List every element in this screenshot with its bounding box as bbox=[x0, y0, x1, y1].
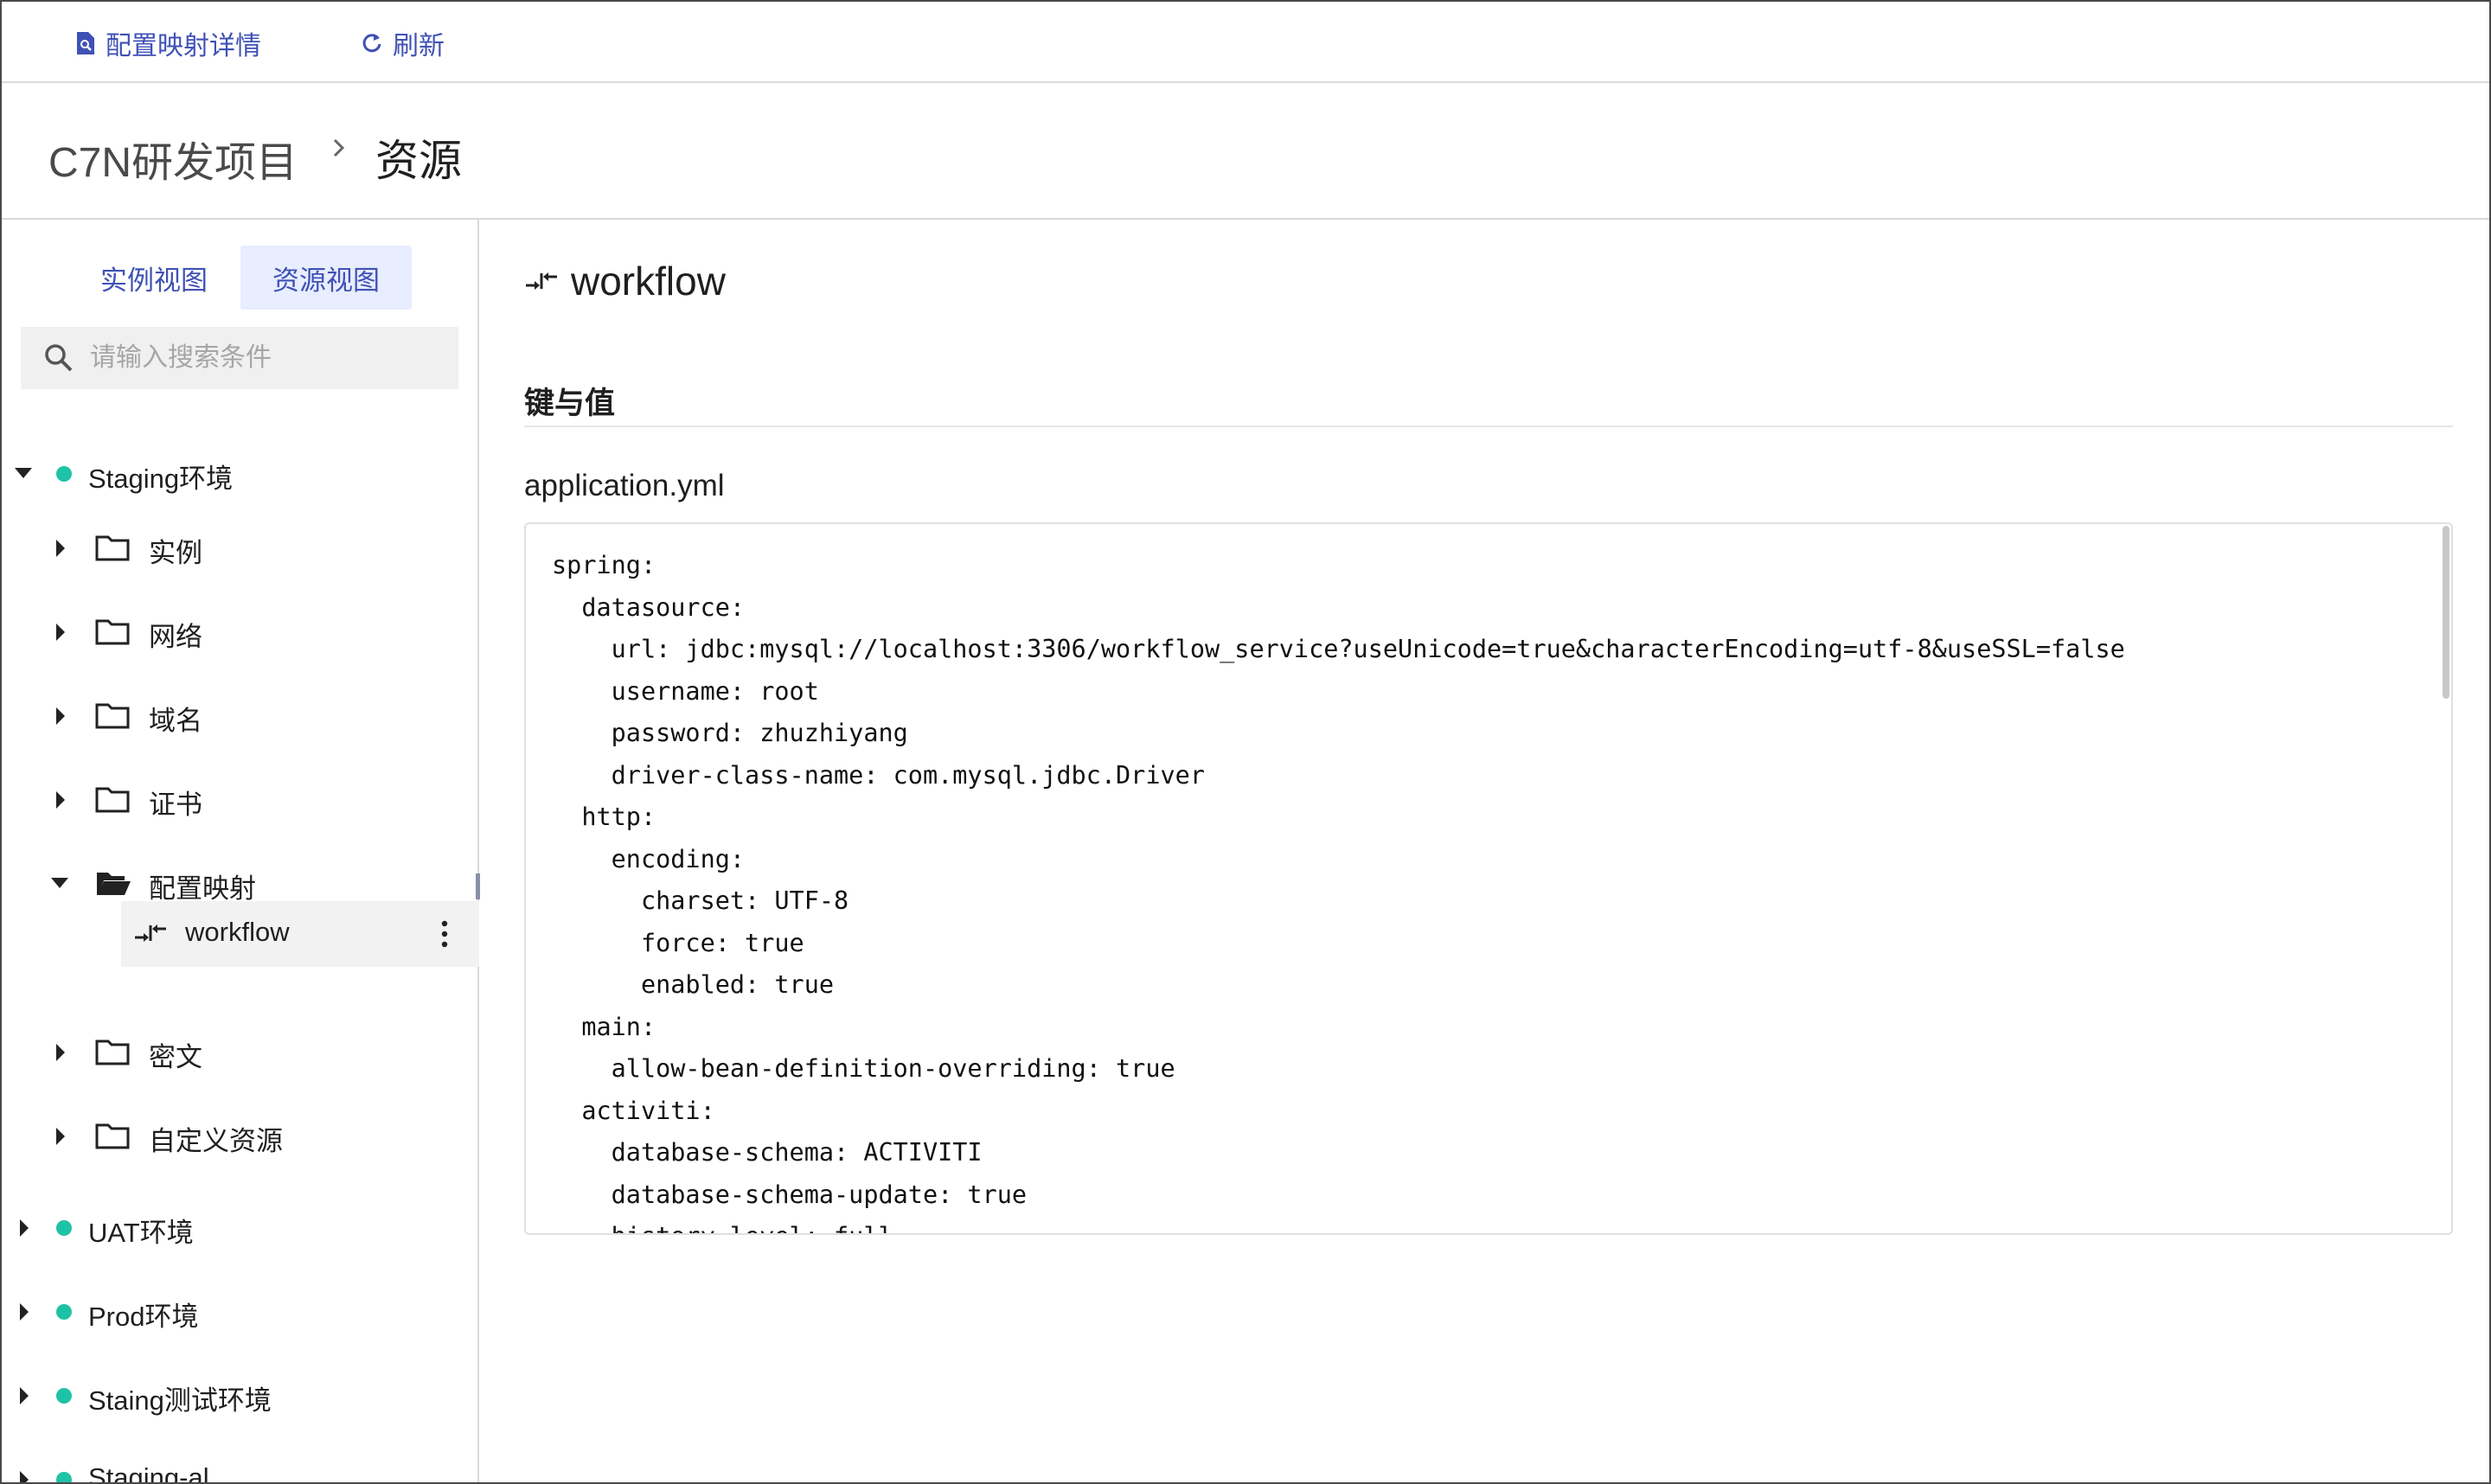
file-search-icon bbox=[77, 32, 94, 54]
status-dot-icon bbox=[56, 1388, 72, 1404]
refresh-icon bbox=[362, 34, 381, 53]
tree-folder-secret[interactable]: 密文 bbox=[2, 1027, 479, 1078]
tab-resource-view[interactable]: 资源视图 bbox=[240, 246, 412, 310]
tab-instance-view[interactable]: 实例视图 bbox=[76, 246, 232, 310]
configmap-arrows-icon bbox=[526, 272, 557, 290]
tree-env-label: Staging环境 bbox=[88, 464, 234, 494]
search-box[interactable] bbox=[21, 327, 458, 389]
tree-folder-network[interactable]: 网络 bbox=[2, 606, 479, 658]
breadcrumb-project[interactable]: C7N研发项目 bbox=[48, 128, 298, 189]
tree-folder-label: 配置映射 bbox=[149, 873, 256, 904]
tree-folder-label: 密文 bbox=[149, 1042, 202, 1072]
tree-env-label: Staging-al bbox=[88, 1462, 209, 1484]
folder-icon bbox=[95, 787, 130, 813]
tree-folder-label: 证书 bbox=[149, 790, 202, 820]
folder-icon bbox=[95, 1123, 130, 1149]
caret-right-icon bbox=[20, 1219, 29, 1237]
caret-right-icon bbox=[56, 624, 65, 641]
tree-folder-label: 网络 bbox=[149, 622, 202, 652]
tree-env-uat[interactable]: UAT环境 bbox=[2, 1202, 479, 1254]
breadcrumb-current: 资源 bbox=[375, 137, 462, 185]
tree-env-staing-test[interactable]: Staing测试环境 bbox=[2, 1370, 479, 1422]
app-window: 配置映射详情 刷新 C7N研发项目 资源 实例视图 资源视图 请输入搜索条件 S… bbox=[0, 0, 2491, 1484]
sidebar: 实例视图 资源视图 Staging环境 实例 网络 bbox=[2, 220, 480, 1484]
folder-icon bbox=[95, 1039, 130, 1065]
refresh-label: 刷新 bbox=[393, 32, 445, 61]
caret-right-icon bbox=[56, 1044, 65, 1061]
caret-right-icon bbox=[56, 707, 65, 725]
caret-down-icon bbox=[15, 468, 32, 478]
folder-icon bbox=[95, 535, 130, 561]
page-title: workflow bbox=[571, 259, 726, 304]
config-map-detail-button[interactable]: 配置映射详情 bbox=[74, 26, 261, 61]
caret-right-icon bbox=[20, 1387, 29, 1404]
search-input[interactable] bbox=[88, 342, 455, 374]
tree-item-workflow[interactable]: workflow bbox=[121, 901, 479, 967]
tree-env-prod[interactable]: Prod环境 bbox=[2, 1286, 479, 1338]
tree-folder-label: 自定义资源 bbox=[149, 1126, 283, 1156]
caret-right-icon bbox=[20, 1471, 29, 1482]
chevron-right-icon bbox=[333, 138, 345, 157]
code-content: spring: datasource: url: jdbc:mysql://lo… bbox=[552, 551, 2125, 1233]
section-title: 键与值 bbox=[524, 387, 616, 420]
caret-right-icon bbox=[56, 1128, 65, 1145]
tree-folder-label: 实例 bbox=[149, 538, 202, 568]
tree-folder-domain[interactable]: 域名 bbox=[2, 690, 479, 742]
file-name: application.yml bbox=[524, 469, 725, 502]
status-dot-icon bbox=[56, 1220, 72, 1236]
tree-env-staging[interactable]: Staging环境 bbox=[2, 448, 479, 500]
resource-title: workflow bbox=[524, 258, 726, 304]
caret-right-icon bbox=[56, 540, 65, 557]
tree-folder-instances[interactable]: 实例 bbox=[2, 522, 479, 574]
tree-folder-custom-resource[interactable]: 自定义资源 bbox=[2, 1110, 479, 1162]
caret-right-icon bbox=[56, 791, 65, 809]
status-dot-icon bbox=[56, 1472, 72, 1482]
caret-right-icon bbox=[20, 1303, 29, 1321]
tree-env-label: Staing测试环境 bbox=[88, 1385, 272, 1416]
tree-env-label: UAT环境 bbox=[88, 1218, 194, 1248]
tree-item-label: workflow bbox=[185, 917, 290, 947]
breadcrumb: C7N研发项目 资源 bbox=[2, 83, 2489, 220]
more-vertical-icon[interactable] bbox=[441, 920, 448, 948]
tree-folder-label: 域名 bbox=[149, 706, 202, 736]
caret-down-icon bbox=[51, 878, 68, 888]
toolbar: 配置映射详情 刷新 bbox=[2, 2, 2489, 83]
tree-env-label: Prod环境 bbox=[88, 1302, 199, 1332]
code-scrollbar[interactable] bbox=[2443, 526, 2449, 699]
folder-open-icon bbox=[97, 873, 131, 895]
config-map-detail-label: 配置映射详情 bbox=[106, 32, 261, 61]
section-divider bbox=[524, 425, 2453, 427]
folder-icon bbox=[95, 703, 130, 729]
refresh-button[interactable]: 刷新 bbox=[360, 26, 445, 61]
search-icon bbox=[45, 344, 73, 372]
tree-folder-certificate[interactable]: 证书 bbox=[2, 774, 479, 826]
code-viewer[interactable]: spring: datasource: url: jdbc:mysql://lo… bbox=[524, 522, 2453, 1235]
tree-env-staging-al[interactable]: Staging-al bbox=[2, 1454, 479, 1484]
configmap-arrows-icon bbox=[135, 924, 166, 942]
main-panel: workflow 键与值 application.yml spring: dat… bbox=[479, 220, 2489, 1482]
status-dot-icon bbox=[56, 1304, 72, 1320]
folder-icon bbox=[95, 619, 130, 645]
status-dot-icon bbox=[56, 466, 72, 482]
